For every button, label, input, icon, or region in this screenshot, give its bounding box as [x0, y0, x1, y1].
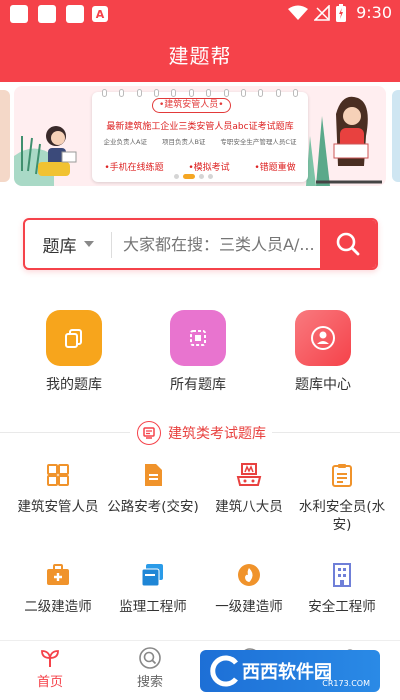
section-header: 建筑类考试题库: [0, 420, 400, 446]
first-aid-box-icon: [45, 562, 71, 588]
category-item[interactable]: 二级建造师: [8, 562, 108, 616]
notification-square-icon: [10, 5, 28, 23]
category-label: 公路安考(交安): [107, 499, 199, 515]
category-label: 监理工程师: [119, 599, 187, 615]
category-item[interactable]: 建筑安管人员: [8, 462, 108, 516]
carousel-indicator: [174, 174, 213, 179]
notification-square-icon: [38, 5, 56, 23]
search-input[interactable]: [123, 220, 319, 268]
no-signal-icon: [314, 4, 330, 21]
flame-badge-icon: [236, 562, 262, 588]
quick-entry-bank-center[interactable]: 题库中心: [283, 310, 363, 394]
search-bar: 题库: [23, 218, 378, 270]
search-icon: [336, 232, 360, 256]
watermark-logo: 西西软件园 CR173.COM: [200, 650, 380, 692]
category-label: 安全工程师: [308, 599, 376, 615]
search-circle-icon: [139, 647, 161, 669]
carousel-dot-active[interactable]: [183, 174, 195, 179]
nav-tab-label: 首页: [36, 675, 63, 690]
status-time: 9:30: [356, 3, 392, 22]
banner-prev-slide[interactable]: [0, 90, 10, 182]
app-header: A 9:30 建题帮: [0, 0, 400, 82]
wifi-icon: [288, 5, 309, 20]
category-item[interactable]: 一级建造师: [199, 562, 299, 616]
quick-entry-label: 我的题库: [46, 377, 102, 393]
banner-sub-item: 企业负责人A证: [103, 138, 147, 146]
banner-sub-item: 专职安全生产管理人员C证: [220, 138, 297, 146]
category-label: 一级建造师: [215, 599, 283, 615]
quick-entry-label: 所有题库: [170, 377, 226, 393]
category-label: 建筑安管人员: [17, 499, 99, 515]
banner-carousel[interactable]: •建筑安管人员• 最新建筑施工企业三类安管人员abc证考试题库 企业负责人A证 …: [0, 82, 400, 192]
nav-tab-search[interactable]: 搜索: [100, 647, 200, 690]
search-button[interactable]: [320, 220, 376, 268]
banner-feature-list: •手机在线练题 •模拟考试 •错题重做: [92, 160, 308, 173]
reading-woman-illustration-icon: [306, 96, 382, 186]
exam-book-icon: [137, 421, 161, 445]
quick-entry-my-bank[interactable]: 我的题库: [34, 310, 114, 394]
notebook-rings: [102, 89, 298, 97]
clipboard-icon: [329, 462, 355, 488]
sprout-icon: [39, 647, 61, 669]
divider: [111, 232, 112, 258]
divider: [272, 432, 400, 433]
carousel-dot[interactable]: [174, 174, 179, 179]
banner-next-slide[interactable]: [392, 90, 400, 182]
caret-down-icon: [83, 241, 94, 247]
category-item[interactable]: 水利安全员(水安): [292, 462, 392, 534]
banner-sub-item: 项目负责人B证: [161, 138, 206, 146]
quick-entries: 我的题库 所有题库 题库中心: [0, 310, 400, 394]
watermark-domain: CR173.COM: [322, 679, 370, 688]
category-item[interactable]: 安全工程师: [292, 562, 392, 616]
category-label: 水利安全员(水安): [298, 499, 386, 533]
banner-slide[interactable]: •建筑安管人员• 最新建筑施工企业三类安管人员abc证考试题库 企业负责人A证 …: [14, 86, 386, 186]
watermark-text: 西西软件园: [242, 662, 332, 683]
banner-card: •建筑安管人员• 最新建筑施工企业三类安管人员abc证考试题库 企业负责人A证 …: [92, 89, 308, 182]
banner-feature-item: •错题重做: [254, 163, 296, 173]
quick-entry-all-banks[interactable]: 所有题库: [158, 310, 238, 394]
copy-icon: [46, 310, 102, 366]
building-icon: [329, 562, 355, 588]
banner-pill-label: •建筑安管人员•: [152, 98, 231, 113]
page-title: 建题帮: [168, 44, 232, 68]
meeting-board-icon: [236, 462, 262, 488]
category-label: 二级建造师: [24, 599, 92, 615]
category-item[interactable]: 建筑八大员: [199, 462, 299, 516]
nav-tab-label: 搜索: [136, 675, 163, 690]
status-bar: A 9:30: [0, 0, 400, 28]
carousel-dot[interactable]: [208, 174, 213, 179]
app-a-icon: A: [92, 6, 108, 22]
banner-headline: 最新建筑施工企业三类安管人员abc证考试题库: [106, 122, 294, 132]
search-type-label: 题库: [42, 236, 77, 257]
reading-girl-illustration-icon: [14, 126, 77, 186]
banner-feature-item: •手机在线练题: [104, 163, 164, 173]
category-label: 建筑八大员: [215, 499, 283, 515]
carousel-dot[interactable]: [199, 174, 204, 179]
category-item[interactable]: 公路安考(交安): [103, 462, 203, 516]
all-grid-icon: [170, 310, 226, 366]
watermark-c-icon: [210, 655, 238, 687]
search-type-dropdown[interactable]: 题库: [25, 220, 111, 268]
category-item[interactable]: 监理工程师: [103, 562, 203, 616]
grid-squares-icon: [45, 462, 71, 488]
banner-sub-list: 企业负责人A证 项目负责人B证 专职安全生产管理人员C证: [96, 136, 304, 146]
notification-square-icon: [66, 5, 84, 23]
nav-tab-home[interactable]: 首页: [0, 647, 100, 690]
section-title: 建筑类考试题库: [168, 426, 266, 442]
battery-charging-icon: [336, 3, 347, 22]
document-icon: [140, 462, 166, 488]
layers-card-icon: [140, 562, 166, 588]
divider: [0, 432, 130, 433]
user-center-icon: [295, 310, 351, 366]
quick-entry-label: 题库中心: [295, 377, 351, 393]
banner-feature-item: •模拟考试: [188, 163, 230, 173]
